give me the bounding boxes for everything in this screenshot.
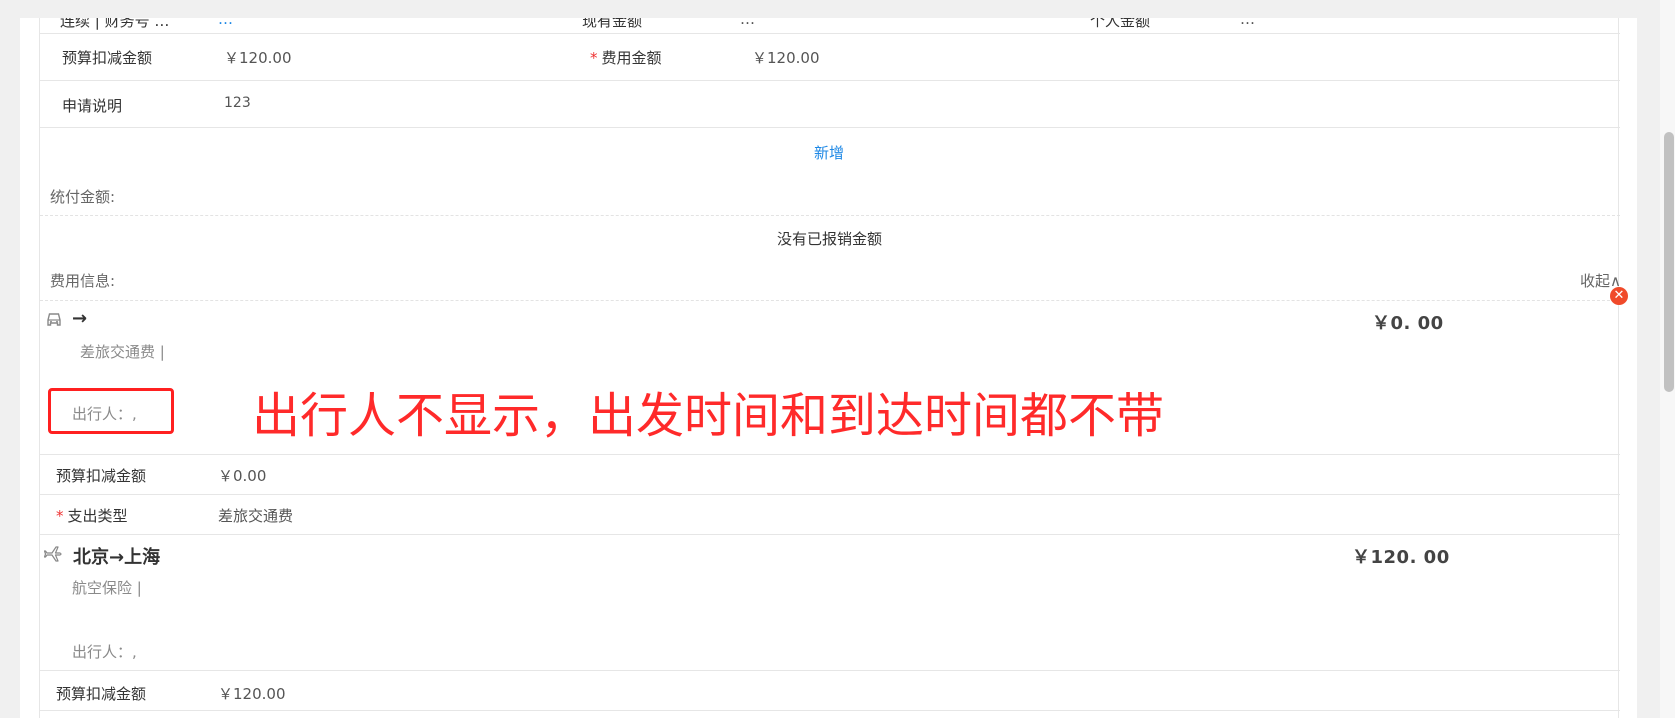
category-text: 航空保险 |	[72, 579, 142, 597]
fee-info-row: 费用信息: 收起∧	[40, 250, 1621, 301]
close-icon[interactable]: ✕	[1610, 287, 1628, 305]
item-amount: ￥120. 00	[1352, 547, 1450, 568]
route-title: 北京→上海	[73, 547, 161, 568]
no-reimbursed-text: 没有已报销金额	[777, 230, 883, 248]
plane-icon	[43, 544, 64, 568]
add-link[interactable]: 新增	[814, 142, 844, 163]
item1-budget-value: ￥0.00	[218, 467, 267, 485]
annotation-text: 出行人不显示，出发时间和到达时间都不带	[252, 388, 1165, 444]
partial-label-2: 现有金额	[582, 18, 643, 30]
required-mark: *	[56, 507, 64, 525]
item2-budget-label: 预算扣减金额	[56, 685, 147, 703]
fee-amount-label: * 费用金额	[590, 49, 662, 67]
category-text: 差旅交通费 |	[80, 343, 165, 361]
item1-budget-label: 预算扣减金额	[56, 467, 147, 485]
car-icon	[44, 309, 64, 333]
item1-budget-row: 预算扣减金额 ￥0.00	[40, 455, 1620, 495]
fee-info-label: 费用信息:	[50, 272, 116, 290]
item1-type-value: 差旅交通费	[218, 507, 294, 525]
item-amount: ￥0. 00	[1372, 313, 1444, 334]
partial-label-1: 连续 | 财务号 …	[60, 18, 170, 30]
budget-value: ￥120.00	[224, 49, 292, 67]
budget-row: 预算扣减金额 ￥120.00 * 费用金额 ￥120.00	[40, 35, 1620, 81]
pay-amount-row: 统付金额:	[40, 168, 1620, 216]
description-value: 123	[224, 95, 251, 111]
annotation-highlight-box	[48, 388, 174, 434]
partial-value-3: …	[1240, 18, 1255, 28]
required-mark: *	[590, 49, 598, 67]
expense-item-2: 北京→上海 ￥120. 00 航空保险 | 出行人：,	[40, 535, 1620, 671]
route-title: →	[72, 308, 88, 329]
description-row: 申请说明 123	[40, 81, 1620, 128]
partial-value-2: …	[740, 18, 755, 28]
scrollbar-thumb[interactable]	[1664, 132, 1674, 392]
item1-type-row: * 支出类型 差旅交通费	[40, 495, 1620, 535]
traveler-text: 出行人：,	[72, 643, 137, 661]
budget-label: 预算扣减金额	[62, 49, 153, 67]
description-label: 申请说明	[62, 97, 123, 115]
item2-budget-value: ￥120.00	[218, 685, 286, 703]
partial-label-3: 个人金额	[1090, 18, 1151, 30]
partial-value-1[interactable]: …	[218, 18, 233, 28]
fee-amount-value: ￥120.00	[752, 49, 820, 67]
partial-top-row: 连续 | 财务号 … … 现有金额 … 个人金额 …	[40, 18, 1620, 34]
item2-budget-row: 预算扣减金额 ￥120.00	[40, 671, 1620, 711]
pay-amount-label: 统付金额:	[50, 188, 116, 206]
form-panel: 连续 | 财务号 … … 现有金额 … 个人金额 … 预算扣减金额 ￥120.0…	[20, 18, 1637, 718]
form-inner: 连续 | 财务号 … … 现有金额 … 个人金额 … 预算扣减金额 ￥120.0…	[39, 18, 1621, 718]
item1-type-label: * 支出类型	[56, 507, 128, 525]
